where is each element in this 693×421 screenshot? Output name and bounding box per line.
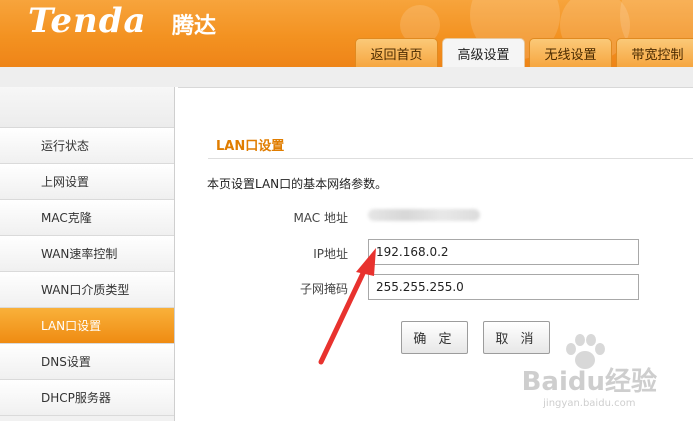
sidebar-item-run-status[interactable]: 运行状态 xyxy=(0,128,174,164)
confirm-button[interactable]: 确 定 xyxy=(401,321,468,354)
tab-advanced-settings[interactable]: 高级设置 xyxy=(442,38,525,67)
sidebar: 运行状态 上网设置 MAC克隆 WAN速率控制 WAN口介质类型 LAN口设置 … xyxy=(0,87,175,421)
brand-logo: Tenda xyxy=(28,1,147,41)
sidebar-item-dhcp-server[interactable]: DHCP服务器 xyxy=(0,380,174,416)
top-header: Tenda 腾达 返回首页 高级设置 无线设置 带宽控制 xyxy=(0,0,693,67)
top-nav-tabs: 返回首页 高级设置 无线设置 带宽控制 xyxy=(355,38,693,67)
header-band xyxy=(0,67,693,87)
tab-wireless-settings[interactable]: 无线设置 xyxy=(529,38,612,67)
ip-address-input[interactable] xyxy=(368,239,639,265)
watermark-url: jingyan.baidu.com xyxy=(543,398,636,409)
page-title: LAN口设置 xyxy=(216,139,285,154)
watermark-main-text: Baidu经验 xyxy=(521,367,657,397)
baidu-watermark: Baidu经验 jingyan.baidu.com xyxy=(522,361,657,409)
mac-address-label: MAC 地址 xyxy=(293,211,348,225)
title-divider xyxy=(208,158,693,159)
brand-logo-cn: 腾达 xyxy=(172,14,217,39)
sidebar-item-wan-media-type[interactable]: WAN口介质类型 xyxy=(0,272,174,308)
subnet-mask-label: 子网掩码 xyxy=(299,282,348,296)
cancel-button[interactable]: 取 消 xyxy=(483,321,550,354)
sidebar-item-lan-settings[interactable]: LAN口设置 xyxy=(0,308,174,344)
tab-home[interactable]: 返回首页 xyxy=(355,38,438,67)
sidebar-spacer xyxy=(0,87,174,128)
sidebar-item-mac-clone[interactable]: MAC克隆 xyxy=(0,200,174,236)
page-description: 本页设置LAN口的基本网络参数。 xyxy=(207,177,388,191)
ip-address-label: IP地址 xyxy=(313,247,348,261)
sidebar-item-wan-rate-control[interactable]: WAN速率控制 xyxy=(0,236,174,272)
tab-bandwidth-control[interactable]: 带宽控制 xyxy=(616,38,693,67)
mac-address-value-blurred xyxy=(368,209,480,221)
sidebar-item-dns-settings[interactable]: DNS设置 xyxy=(0,344,174,380)
subnet-mask-input[interactable] xyxy=(368,274,639,300)
sidebar-item-internet-settings[interactable]: 上网设置 xyxy=(0,164,174,200)
